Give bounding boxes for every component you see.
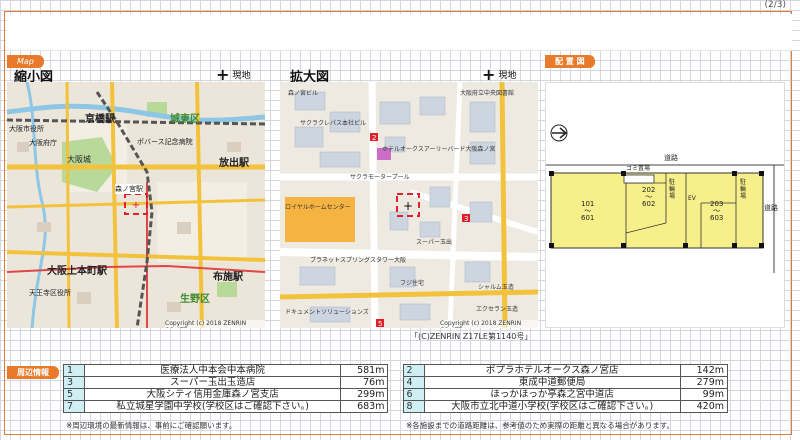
place-label: 大阪市役所: [9, 125, 44, 133]
place-label: サクラクレパス本社ビル: [300, 120, 367, 127]
nearby-table: 1 医療法人中本会中本病院 581m 2 ポプラホテルオークス森ノ宮店 142m…: [62, 364, 729, 413]
table-row: 5 大阪シティ信用金庫森ノ宮支店 299m 6 ほっかほっか亭森之宮中道店 99…: [62, 388, 729, 401]
facility-distance: 420m: [679, 400, 729, 413]
place-label: 天王寺区役所: [29, 289, 71, 297]
small-map[interactable]: + 京橋駅 城東区 大阪府庁 大阪城 ポバース記念病院 放出駅 森ノ宮駅 大阪上…: [7, 82, 265, 328]
facility-name: 私立城星学園中学校(学校区はご確認下さい。): [84, 400, 342, 413]
item-number: 3: [62, 376, 86, 389]
small-map-legend: + 現地: [216, 64, 251, 84]
svg-text:+: +: [132, 200, 140, 211]
item-number: 2: [402, 364, 425, 377]
facility-distance: 76m: [340, 376, 389, 389]
place-label: フジ住宅: [400, 280, 425, 287]
table-row: 1 医療法人中本会中本病院 581m 2 ポプラホテルオークス森ノ宮店 142m: [62, 364, 729, 377]
page-number: (2/3): [764, 0, 786, 10]
place-label: スーパー玉出: [416, 239, 452, 246]
facility-distance: 142m: [679, 364, 729, 377]
unit-202-label: 202 〜 602: [642, 186, 656, 208]
facility-name: スーパー玉出玉造店: [84, 376, 342, 389]
place-label: プラネットスプリングスタワー大阪: [310, 257, 407, 264]
crosshair-icon: +: [482, 64, 496, 84]
place-label: 大阪上本町駅: [47, 266, 107, 277]
table-row: 7 私立城星学園中学校(学校区はご確認下さい。) 683m 8 大阪市立北中道小…: [62, 400, 729, 413]
svg-text:3: 3: [464, 215, 468, 223]
item-number: 7: [62, 400, 86, 413]
column-gap: [388, 401, 403, 413]
unit-101-label: 101 〜 601: [581, 200, 595, 222]
layout-tag: 配 置 図: [545, 55, 595, 68]
zenrin-credit: 「(C)ZENRIN Z17LE第1140号」: [410, 332, 533, 341]
place-label: 布施駅: [213, 272, 243, 283]
column-gap: [388, 365, 403, 377]
large-map[interactable]: + 3 2 5 サクラクレパス本社ビル ホテルオークスアーリーバード大阪森ノ宮 …: [280, 82, 538, 328]
note-left: ※周辺環境の最新情報は、事前にご確認願います。: [66, 421, 237, 430]
facility-name: ほっかほっか亭森之宮中道店: [423, 388, 681, 401]
trash-label: ゴミ置場: [626, 165, 651, 172]
svg-text:2: 2: [372, 134, 376, 142]
place-label: ホテルオークスアーリーバード大阪森ノ宮: [382, 146, 496, 153]
facility-name: 大阪シティ信用金庫森ノ宮支店: [84, 388, 342, 401]
small-map-copyright: Copyright (c) 2018 ZENRIN CO.,LTD.: [165, 320, 265, 328]
road-right-label: 道路: [764, 204, 778, 212]
place-label: 大阪府立中央図書館: [460, 90, 515, 97]
facility-name: 医療法人中本会中本病院: [84, 364, 342, 377]
facility-name: ポプラホテルオークス森ノ宮店: [423, 364, 681, 377]
facility-name: 大阪市立北中道小学校(学校区はご確認下さい。): [423, 400, 681, 413]
current-position-label: 現地: [498, 71, 517, 81]
place-label: 大阪城: [67, 155, 91, 164]
column-gap: [388, 389, 403, 401]
place-label: 森ノ宮駅: [115, 184, 143, 194]
place-label: 放出駅: [219, 158, 249, 169]
header-area: [6, 14, 792, 51]
place-label: ポバース記念病院: [137, 138, 193, 146]
parking-label: 駐輪場: [669, 179, 676, 200]
facility-distance: 683m: [340, 400, 389, 413]
place-label: 森ノ宮ビル: [288, 90, 319, 97]
svg-text:+: +: [403, 199, 413, 213]
place-label: シャルム玉造: [478, 284, 514, 291]
crosshair-icon: +: [216, 64, 230, 84]
table-row: 3 スーパー玉出玉造店 76m 4 東成中道郵便局 279m: [62, 376, 729, 389]
column-gap: [388, 377, 403, 389]
place-label: 大阪府庁: [29, 139, 57, 147]
item-number: 5: [62, 388, 86, 401]
nearby-tag: 周辺情報: [7, 366, 59, 379]
place-label: 京橋駅: [85, 114, 115, 125]
note-right: ※各施設までの道路距離は、参考値のため実際の距離と異なる場合があります。: [406, 421, 675, 430]
place-label: エクセラン玉造: [476, 306, 519, 313]
place-label: ドキュメントソリューションズ: [285, 309, 369, 316]
unit-203-label: 203 〜 603: [710, 200, 724, 222]
road-top-label: 道路: [664, 154, 678, 162]
item-number: 4: [402, 376, 425, 389]
place-label: 生野区: [180, 294, 210, 305]
facility-name: 東成中道郵便局: [423, 376, 681, 389]
place-label: サクラモータープール: [350, 174, 410, 181]
current-position-label: 現地: [232, 71, 251, 81]
facility-distance: 279m: [679, 376, 729, 389]
item-number: 1: [62, 364, 86, 377]
large-map-legend: + 現地: [482, 64, 517, 84]
place-label: ロイヤルホームセンター: [285, 204, 351, 211]
place-label: 城東区: [170, 114, 200, 125]
ev-label: EV: [688, 195, 696, 202]
facility-distance: 99m: [679, 388, 729, 401]
facility-distance: 581m: [340, 364, 389, 377]
parking-label: 駐輪場: [740, 179, 747, 200]
layout-diagram: 道路 道路 ゴミ置場 駐輪場 駐輪場 EV 101 〜 601 202 〜 60…: [545, 82, 785, 328]
facility-distance: 299m: [340, 388, 389, 401]
svg-text:5: 5: [378, 320, 382, 328]
large-map-copyright: Copyright (c) 2018 ZENRIN CO.,LTD.: [440, 320, 538, 328]
item-number: 8: [402, 400, 425, 413]
item-number: 6: [402, 388, 425, 401]
